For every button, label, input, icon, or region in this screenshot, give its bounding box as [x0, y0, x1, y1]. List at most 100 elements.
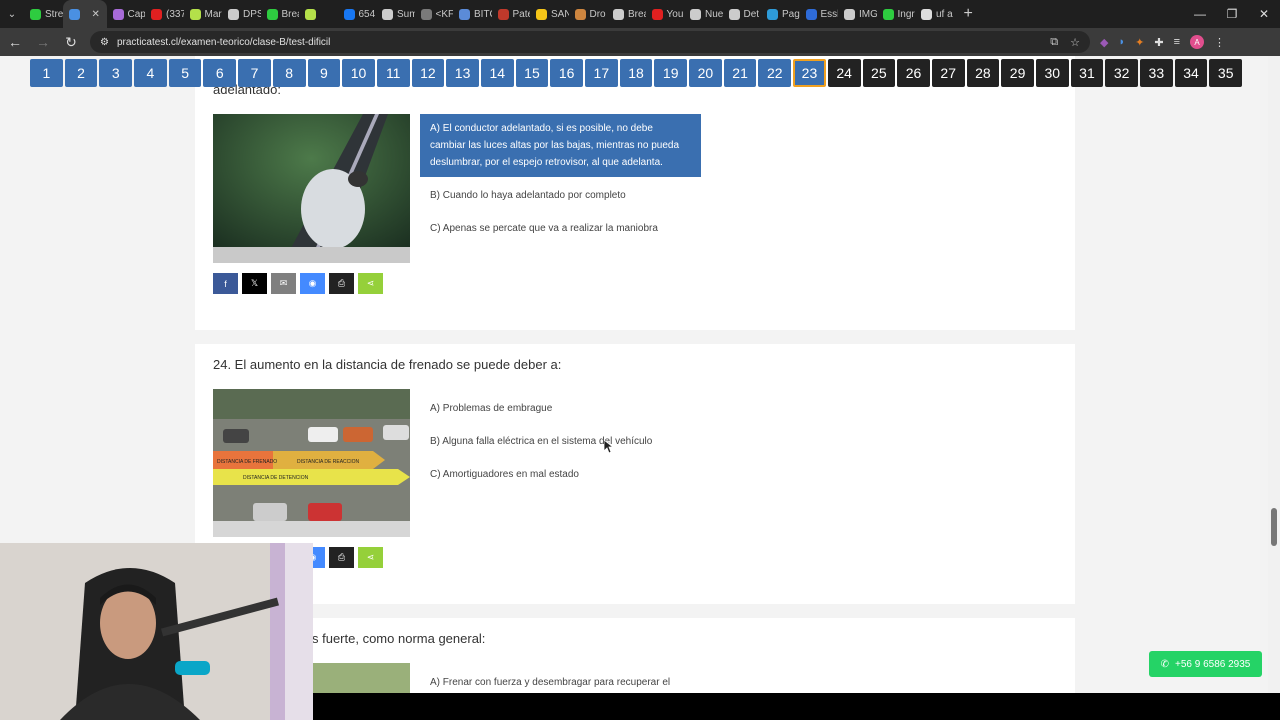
browser-tab[interactable]: Brea: [607, 0, 646, 28]
answer-option[interactable]: C) Amortiguadores en mal estado: [420, 460, 701, 489]
question-nav-button[interactable]: 30: [1035, 59, 1069, 87]
answer-option[interactable]: A) El conductor adelantado, si es posibl…: [420, 114, 701, 177]
question-nav-button[interactable]: 14: [480, 59, 514, 87]
question-nav-button[interactable]: 15: [515, 59, 549, 87]
browser-tab[interactable]: Mar: [184, 0, 223, 28]
profile-avatar[interactable]: A: [1189, 35, 1204, 49]
print-icon[interactable]: ⎙: [329, 273, 354, 294]
question-nav-button[interactable]: 9: [307, 59, 341, 87]
question-nav-button[interactable]: 33: [1140, 59, 1173, 87]
question-nav-button[interactable]: 5: [168, 59, 202, 87]
question-nav-button[interactable]: 21: [723, 59, 757, 87]
question-nav-button[interactable]: 4: [134, 59, 167, 87]
minimize-icon[interactable]: —: [1184, 7, 1216, 21]
site-info-icon[interactable]: ⚙: [100, 37, 109, 48]
whatsapp-contact-button[interactable]: ✆ +56 9 6586 2935: [1149, 651, 1262, 677]
browser-tab[interactable]: BITC: [453, 0, 492, 28]
question-nav-button[interactable]: 28: [966, 59, 1000, 87]
browser-tab[interactable]: uf a: [915, 0, 954, 28]
browser-tab[interactable]: [299, 0, 338, 28]
browser-tab[interactable]: (337: [145, 0, 184, 28]
browser-tab[interactable]: DPS: [222, 0, 261, 28]
question-nav-button[interactable]: 26: [897, 59, 930, 87]
close-tab-icon[interactable]: ✕: [92, 9, 100, 20]
tab-label: Cap: [127, 8, 146, 20]
browser-tab[interactable]: Cap: [107, 0, 146, 28]
question-nav-button[interactable]: 31: [1070, 59, 1104, 87]
browser-tab[interactable]: You: [646, 0, 685, 28]
question-nav-button[interactable]: 35: [1209, 59, 1243, 87]
address-bar[interactable]: ⚙ practicatest.cl/examen-teorico/clase-B…: [90, 31, 1090, 53]
browser-tab[interactable]: Pate: [492, 0, 530, 28]
print-icon[interactable]: ⎙: [329, 547, 354, 568]
browser-tab[interactable]: ✕: [62, 0, 107, 28]
question-nav-button[interactable]: 24: [827, 59, 861, 87]
question-nav-button[interactable]: 18: [619, 59, 653, 87]
share-icon[interactable]: ⋖: [358, 547, 383, 568]
back-icon[interactable]: ←: [6, 34, 24, 50]
question-nav-button[interactable]: 34: [1174, 59, 1208, 87]
answer-option[interactable]: B) Cuando lo haya adelantado por complet…: [420, 181, 701, 210]
browser-tab[interactable]: Essl: [800, 0, 838, 28]
scrollbar-thumb[interactable]: [1271, 508, 1277, 546]
question-nav-button[interactable]: 23: [793, 59, 826, 87]
menu-icon[interactable]: ⋮: [1214, 36, 1225, 49]
close-window-icon[interactable]: ✕: [1248, 7, 1280, 21]
extension-icon[interactable]: ◗: [1118, 36, 1125, 48]
extension-icon[interactable]: ◆: [1100, 36, 1108, 49]
question-nav-button[interactable]: 1: [30, 59, 63, 87]
tab-label: DPS: [243, 8, 261, 20]
forward-icon[interactable]: →: [34, 34, 52, 50]
answer-option[interactable]: A) Problemas de embrague: [420, 394, 701, 423]
facebook-share-icon[interactable]: f: [213, 273, 238, 294]
question-nav-button[interactable]: 16: [550, 59, 583, 87]
browser-tab[interactable]: Brea: [261, 0, 299, 28]
question-nav-button[interactable]: 11: [376, 59, 410, 87]
page-scrollbar[interactable]: [1268, 56, 1280, 693]
question-title: 24. El aumento en la distancia de frenad…: [213, 357, 562, 372]
question-nav-button[interactable]: 27: [931, 59, 965, 87]
tab-search-chevron-icon[interactable]: ⌄: [0, 0, 24, 28]
answer-option[interactable]: C) Apenas se percate que va a realizar l…: [420, 214, 701, 243]
answer-option[interactable]: A) Frenar con fuerza y desembragar para …: [420, 668, 701, 693]
browser-tab[interactable]: Stre: [24, 0, 63, 28]
question-nav-button[interactable]: 29: [1001, 59, 1034, 87]
x-share-icon[interactable]: 𝕏: [242, 273, 267, 294]
new-tab-button[interactable]: +: [954, 5, 983, 23]
question-nav-button[interactable]: 20: [689, 59, 722, 87]
question-nav-button[interactable]: 32: [1105, 59, 1138, 87]
question-nav-button[interactable]: 8: [272, 59, 306, 87]
question-nav-button[interactable]: 10: [342, 59, 375, 87]
question-nav-button[interactable]: 3: [99, 59, 133, 87]
question-nav-button[interactable]: 22: [758, 59, 792, 87]
browser-tab[interactable]: SAN: [530, 0, 569, 28]
browser-tab[interactable]: Dro: [569, 0, 608, 28]
browser-tab[interactable]: Det: [723, 0, 762, 28]
share-icon[interactable]: ⋖: [358, 273, 383, 294]
question-nav-button[interactable]: 12: [411, 59, 445, 87]
question-nav-button[interactable]: 17: [585, 59, 618, 87]
browser-tab[interactable]: Pag: [761, 0, 800, 28]
browser-tab[interactable]: IMG: [838, 0, 877, 28]
bookmark-star-icon[interactable]: ☆: [1070, 36, 1080, 49]
browser-tab[interactable]: Sum: [376, 0, 415, 28]
install-app-icon[interactable]: ⧉: [1050, 36, 1058, 49]
question-nav-button[interactable]: 19: [654, 59, 688, 87]
question-nav-button[interactable]: 6: [203, 59, 237, 87]
messenger-share-icon[interactable]: ◉: [300, 273, 325, 294]
reload-icon[interactable]: ↻: [62, 34, 80, 51]
email-share-icon[interactable]: ✉: [271, 273, 296, 294]
question-nav-button[interactable]: 2: [64, 59, 98, 87]
browser-tab[interactable]: Ingr: [877, 0, 916, 28]
media-controls-icon[interactable]: ≡: [1174, 36, 1180, 48]
browser-tab[interactable]: <KF: [415, 0, 453, 28]
answer-option[interactable]: B) Alguna falla eléctrica en el sistema …: [420, 427, 701, 456]
question-nav-button[interactable]: 25: [862, 59, 896, 87]
extensions-puzzle-icon[interactable]: ✚: [1154, 36, 1163, 49]
restore-icon[interactable]: ❐: [1216, 7, 1248, 21]
question-nav-button[interactable]: 13: [446, 59, 479, 87]
extension-icon[interactable]: ✦: [1135, 36, 1144, 49]
question-nav-button[interactable]: 7: [238, 59, 271, 87]
browser-tab[interactable]: 654: [338, 0, 377, 28]
browser-tab[interactable]: Nue: [684, 0, 723, 28]
